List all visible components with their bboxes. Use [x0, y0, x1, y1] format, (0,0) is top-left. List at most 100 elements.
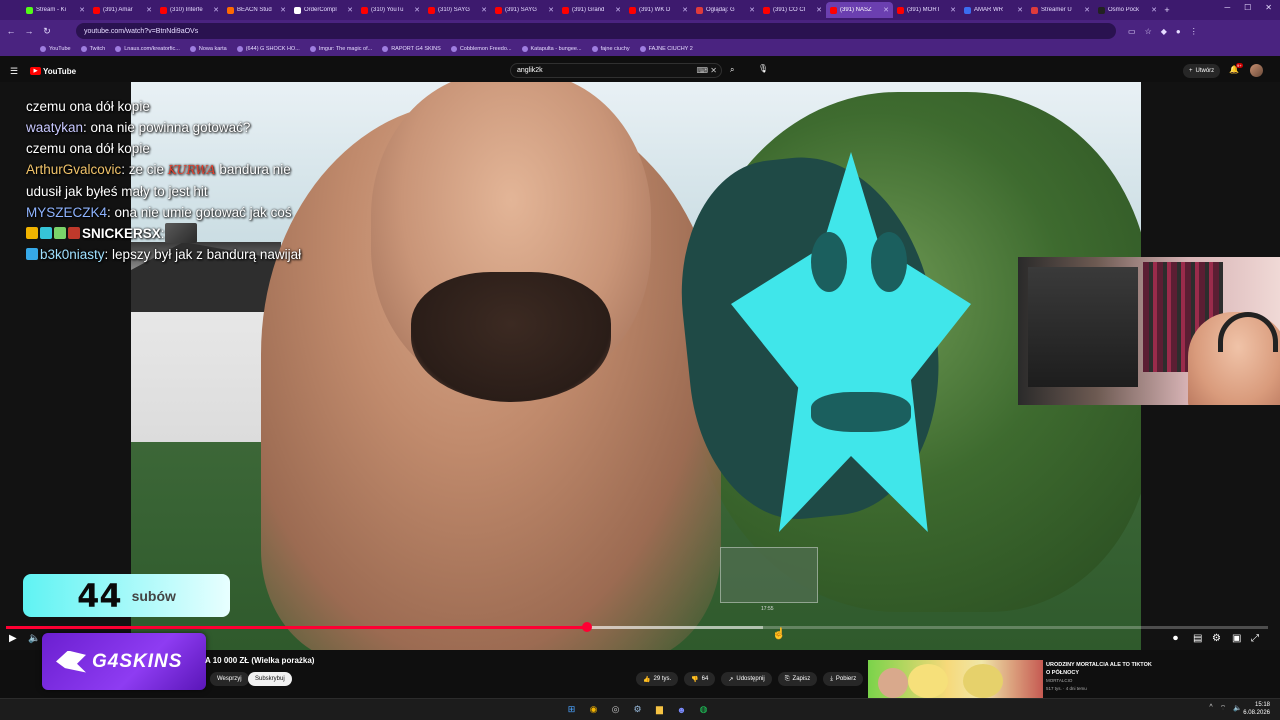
spotify-icon[interactable]: ◍	[696, 702, 711, 717]
cast-icon[interactable]: ▭	[1128, 27, 1136, 36]
browser-tab[interactable]: (310) YouTu ✕	[357, 2, 424, 18]
youtube-logo[interactable]: ▶ YouTube	[30, 67, 76, 76]
back-icon[interactable]: ←	[4, 26, 18, 36]
tab-close-icon[interactable]: ✕	[816, 6, 822, 14]
support-button[interactable]: Wesprzyj	[210, 672, 249, 686]
subscribe-button[interactable]: Subskrybuj	[248, 672, 292, 686]
miniplayer-icon[interactable]: ▣	[1232, 633, 1241, 644]
steam-icon[interactable]: ⚙	[630, 702, 645, 717]
search-input[interactable]: anglik2k ⌨ ✕	[510, 63, 722, 78]
save-button[interactable]: ⎘ Zapisz	[777, 672, 818, 686]
tab-close-icon[interactable]: ✕	[1151, 6, 1157, 14]
bookmark-item[interactable]: RAPORT G4 SKINS	[382, 46, 441, 52]
obs-icon[interactable]: ◎	[608, 702, 623, 717]
browser-tab[interactable]: (391) Amar ✕	[89, 2, 156, 18]
bookmark-item[interactable]: FAJNE CIUCHY 2	[639, 46, 693, 52]
recommendation-channel[interactable]: MORTALCIO	[1046, 678, 1072, 683]
tab-close-icon[interactable]: ✕	[682, 6, 688, 14]
tab-favicon-icon	[93, 6, 100, 14]
search-icon[interactable]: ⌕	[730, 65, 734, 75]
video-player[interactable]: 17:55 czemu ona dół kopie waatykan: ona n…	[0, 82, 1280, 650]
progress-scrubber-handle[interactable]	[581, 622, 592, 632]
download-button[interactable]: ⤓ Pobierz	[823, 672, 864, 686]
tab-close-icon[interactable]: ✕	[79, 6, 85, 14]
tab-close-icon[interactable]: ✕	[615, 6, 621, 14]
play-icon[interactable]: ▶	[9, 633, 17, 644]
bookmark-item[interactable]: fajne ciuchy	[591, 46, 630, 52]
subtitles-icon[interactable]: ▤	[1193, 633, 1202, 644]
bookmark-item[interactable]: (644) G SHOCK HO...	[236, 46, 300, 52]
browser-tab[interactable]: (391) WK D ✕	[625, 2, 692, 18]
clear-search-icon[interactable]: ⌨ ✕	[697, 66, 717, 75]
browser-tab[interactable]: (310) SAYG ✕	[424, 2, 491, 18]
tab-close-icon[interactable]: ✕	[548, 6, 554, 14]
settings-gear-icon[interactable]: ⚙	[1212, 633, 1221, 644]
profile-icon[interactable]: ●	[1176, 27, 1181, 36]
browser-tab[interactable]: (310) Interfe ✕	[156, 2, 223, 18]
hamburger-menu-icon[interactable]: ☰	[10, 66, 22, 77]
browser-tab[interactable]: AMAR WR ✕	[960, 2, 1027, 18]
browser-tab[interactable]: BEACN Stud ✕	[223, 2, 290, 18]
maximize-icon[interactable]: ☐	[1244, 3, 1251, 12]
account-avatar[interactable]	[1250, 64, 1263, 77]
browser-tab[interactable]: (391) CO CI ✕	[759, 2, 826, 18]
browser-tab[interactable]: Stream - Ki ✕	[22, 2, 89, 18]
recommendation-title[interactable]: URODZINY MORTALCIA ALE TO TIKTOK O PÓŁNO…	[1046, 661, 1156, 677]
bookmark-item[interactable]: Nowa karta	[189, 46, 227, 52]
create-button[interactable]: + Utwórz	[1183, 64, 1221, 78]
tab-close-icon[interactable]: ✕	[1084, 6, 1090, 14]
browser-tab[interactable]: Oglądaj: G ✕	[692, 2, 759, 18]
browser-tab[interactable]: (391) MORT ✕	[893, 2, 960, 18]
microphone-icon[interactable]: 🎙	[758, 64, 768, 73]
tab-close-icon[interactable]: ✕	[481, 6, 487, 14]
tab-close-icon[interactable]: ✕	[347, 6, 353, 14]
minimize-icon[interactable]: ─	[1224, 3, 1230, 12]
video-progress-bar[interactable]	[6, 622, 1268, 632]
reload-icon[interactable]: ↻	[40, 26, 54, 37]
hover-preview-thumbnail	[720, 547, 818, 603]
browser-tab[interactable]: Streamer U ✕	[1027, 2, 1094, 18]
taskbar-clock[interactable]: 15:18 6.08.2026	[1243, 701, 1270, 717]
browser-tab[interactable]: Osmo Pock ✕	[1094, 2, 1161, 18]
bookmark-star-icon[interactable]: ☆	[1145, 27, 1152, 36]
bookmark-item[interactable]: Cobblemon Freedo...	[450, 46, 512, 52]
like-button[interactable]: 👍 29 tys.	[636, 672, 679, 686]
browser-tab[interactable]: OrderCompl ✕	[290, 2, 357, 18]
tab-close-icon[interactable]: ✕	[414, 6, 420, 14]
bookmark-item[interactable]: Lnaus.com/kreatorfic...	[115, 46, 180, 52]
tab-close-icon[interactable]: ✕	[883, 6, 889, 14]
file-explorer-icon[interactable]: ▆	[652, 702, 667, 717]
chrome-icon[interactable]: ◉	[586, 702, 601, 717]
discord-icon[interactable]: ☻	[674, 702, 689, 717]
tab-close-icon[interactable]: ✕	[749, 6, 755, 14]
network-icon[interactable]: ⌔	[1220, 704, 1227, 713]
bookmark-item[interactable]: Imgur: The magic of...	[309, 46, 372, 52]
tab-close-icon[interactable]: ✕	[146, 6, 152, 14]
autoplay-toggle-icon[interactable]: ⏺	[1173, 633, 1178, 644]
new-tab-button[interactable]: +	[1161, 5, 1173, 15]
windows-start-icon[interactable]: ⊞	[564, 702, 579, 717]
address-bar[interactable]: youtube.com/watch?v=BtnNdi9aOVs	[76, 23, 1116, 39]
bookmark-item[interactable]: Twitch	[80, 46, 105, 52]
browser-tab[interactable]: (391) SAYG ✕	[491, 2, 558, 18]
tab-close-icon[interactable]: ✕	[280, 6, 286, 14]
share-button[interactable]: ↗ Udostępnij	[721, 672, 772, 686]
fullscreen-icon[interactable]: ⤢	[1251, 633, 1259, 644]
menu-icon[interactable]: ⋮	[1190, 27, 1198, 36]
close-icon[interactable]: ✕	[1265, 3, 1272, 12]
tab-close-icon[interactable]: ✕	[213, 6, 219, 14]
bookmark-item[interactable]: Katapulta - bungee...	[521, 46, 582, 52]
dislike-button[interactable]: 👎 64	[684, 672, 716, 686]
mouse-cursor-icon: ☝	[772, 628, 786, 640]
tab-close-icon[interactable]: ✕	[950, 6, 956, 14]
browser-tab[interactable]: (391) Grand ✕	[558, 2, 625, 18]
recommendation-thumbnail[interactable]	[868, 660, 1043, 698]
tray-chevron-icon[interactable]: ^	[1209, 704, 1212, 713]
speaker-icon[interactable]: 🔈	[1233, 704, 1242, 713]
browser-tab[interactable]: (391) NASZ ✕	[826, 2, 893, 18]
bookmark-item[interactable]: YouTube	[40, 46, 71, 52]
volume-icon[interactable]: 🔈	[28, 633, 40, 644]
forward-icon[interactable]: →	[22, 26, 36, 36]
tab-close-icon[interactable]: ✕	[1017, 6, 1023, 14]
extension-icon[interactable]: ◆	[1161, 27, 1167, 36]
